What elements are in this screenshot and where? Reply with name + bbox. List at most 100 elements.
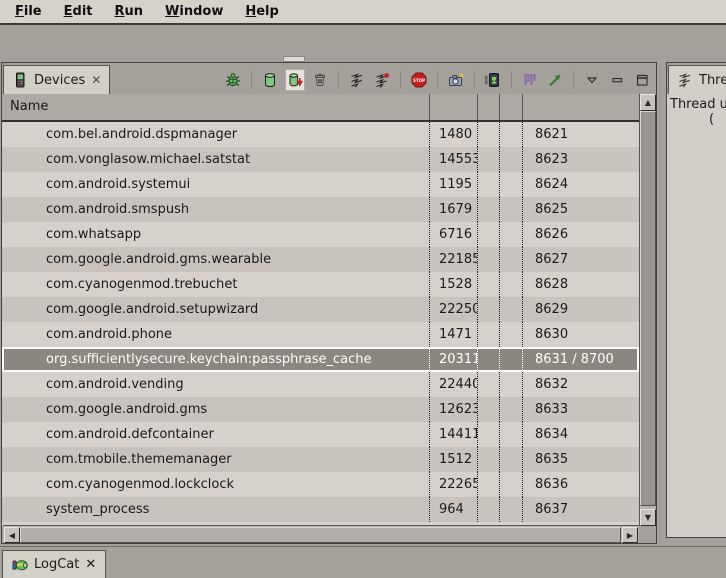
threads-view: Threads Thread up (	[666, 62, 726, 538]
threads-tabbar: Threads	[667, 63, 726, 94]
stop-process-icon[interactable]: STOP	[409, 69, 429, 91]
close-icon[interactable]: ✕	[85, 557, 96, 572]
process-port-cell: 8635	[523, 447, 639, 472]
process-name-cell: com.whatsapp	[2, 222, 430, 247]
close-icon[interactable]: ✕	[91, 74, 101, 86]
process-row[interactable]: com.android.phone 1471 8630	[2, 322, 639, 347]
threads-message-line1: Thread up	[667, 97, 726, 112]
horizontal-scrollbar-thumb[interactable]	[20, 527, 621, 543]
process-port-cell: 8621	[523, 122, 639, 147]
process-name-cell: com.android.systemui	[2, 172, 430, 197]
process-row[interactable]: com.google.android.gms.wearable 22185 86…	[2, 247, 639, 272]
process-row[interactable]: com.google.android.gms 12623 8633	[2, 397, 639, 422]
process-row[interactable]: com.android.defcontainer 14411 8634	[2, 422, 639, 447]
menu-item-window[interactable]: Window	[154, 4, 234, 19]
process-thread-cell	[500, 272, 523, 297]
logcat-icon	[12, 557, 28, 573]
process-pid-cell: 1480	[430, 122, 478, 147]
process-pid-cell: 1679	[430, 197, 478, 222]
process-row[interactable]: com.tmobile.thememanager 1512 8635	[2, 447, 639, 472]
process-row[interactable]: com.google.android.setupwizard 22250 862…	[2, 297, 639, 322]
phone-icon	[12, 72, 28, 88]
process-row[interactable]: com.vonglasow.michael.satstat 14553 8623	[2, 147, 639, 172]
vertical-scrollbar-thumb[interactable]	[640, 111, 656, 506]
scroll-right-button[interactable]: ▶	[622, 527, 638, 543]
dump-hprof-icon[interactable]	[285, 69, 305, 91]
process-row[interactable]: com.android.smspush 1679 8625	[2, 197, 639, 222]
scroll-left-button[interactable]: ◀	[4, 527, 20, 543]
process-thread-cell	[500, 297, 523, 322]
process-name-cell: com.bel.android.dspmanager	[2, 122, 430, 147]
process-heap-cell	[478, 347, 500, 372]
update-threads-icon[interactable]	[347, 69, 367, 91]
update-heap-icon[interactable]	[260, 69, 280, 91]
toolbar-separator	[511, 71, 512, 89]
cause-gc-icon[interactable]	[310, 69, 330, 91]
process-name-cell: com.vonglasow.michael.satstat	[2, 147, 430, 172]
process-row[interactable]: com.bel.android.dspmanager 1480 8621	[2, 122, 639, 147]
column-header-threads[interactable]	[500, 94, 523, 120]
process-row[interactable]: com.android.systemui 1195 8624	[2, 172, 639, 197]
logcat-view-tabbar: LogCat ✕	[0, 546, 726, 577]
process-heap-cell	[478, 147, 500, 172]
process-heap-cell	[478, 297, 500, 322]
update-threads-red-icon[interactable]	[372, 69, 392, 91]
view-menu-icon[interactable]	[582, 69, 602, 91]
menu-item-edit[interactable]: Edit	[53, 4, 104, 19]
column-header-name[interactable]: Name	[2, 94, 430, 120]
process-port-cell: 8627	[523, 247, 639, 272]
method-profiling-icon[interactable]	[520, 69, 540, 91]
screen-record-icon[interactable]	[483, 69, 503, 91]
process-heap-cell	[478, 472, 500, 497]
process-row[interactable]: com.android.vending 22440 8632	[2, 372, 639, 397]
process-row[interactable]: com.cyanogenmod.lockclock 22265 8636	[2, 472, 639, 497]
process-name-cell: com.android.defcontainer	[2, 422, 430, 447]
menu-item-run[interactable]: Run	[104, 4, 155, 19]
process-row[interactable]: system_process 964 8637	[2, 497, 639, 522]
start-profiling-icon[interactable]	[545, 69, 565, 91]
minimize-icon[interactable]	[607, 69, 627, 91]
column-header-heap[interactable]	[478, 94, 500, 120]
process-thread-cell	[500, 247, 523, 272]
process-pid-cell: 14411	[430, 422, 478, 447]
process-heap-cell	[478, 422, 500, 447]
maximize-icon[interactable]	[632, 69, 652, 91]
tab-threads[interactable]: Threads	[668, 65, 726, 94]
process-heap-cell	[478, 197, 500, 222]
column-header-pid[interactable]	[430, 94, 478, 120]
menu-bar: FileEditRunWindowHelp	[0, 0, 726, 25]
process-port-cell: 8626	[523, 222, 639, 247]
column-header-port[interactable]	[523, 94, 639, 120]
debug-icon[interactable]	[223, 69, 243, 91]
horizontal-scrollbar[interactable]: ◀ ▶	[3, 525, 639, 543]
process-row[interactable]: org.sufficientlysecure.keychain:passphra…	[2, 347, 639, 372]
process-port-cell: 8631 / 8700	[523, 347, 639, 372]
process-port-cell: 8625	[523, 197, 639, 222]
process-port-cell: 8624	[523, 172, 639, 197]
process-row[interactable]: com.cyanogenmod.trebuchet 1528 8628	[2, 272, 639, 297]
process-row[interactable]: com.whatsapp 6716 8626	[2, 222, 639, 247]
toolbar-separator	[573, 71, 574, 89]
process-pid-cell: 12623	[430, 397, 478, 422]
vertical-scrollbar[interactable]: ▲ ▼	[639, 94, 656, 526]
process-pid-cell: 964	[430, 497, 478, 522]
tab-devices[interactable]: Devices ✕	[3, 65, 110, 94]
screen-capture-icon[interactable]	[446, 69, 466, 91]
process-port-cell: 8629	[523, 297, 639, 322]
menu-item-file[interactable]: File	[4, 4, 53, 19]
threads-message-line2: (	[667, 112, 726, 127]
process-pid-cell: 20311	[430, 347, 478, 372]
main-toolbar-strip	[0, 27, 726, 62]
tab-logcat[interactable]: LogCat ✕	[2, 550, 106, 578]
process-heap-cell	[478, 272, 500, 297]
menu-item-help[interactable]: Help	[234, 4, 289, 19]
threads-message: Thread up (	[667, 94, 726, 537]
process-list: com.bel.android.dspmanager 1480 8621 com…	[2, 122, 639, 522]
process-thread-cell	[500, 422, 523, 447]
process-heap-cell	[478, 447, 500, 472]
scroll-up-button[interactable]: ▲	[640, 94, 656, 111]
svg-text:STOP: STOP	[413, 78, 425, 83]
scroll-down-button[interactable]: ▼	[640, 509, 656, 526]
panel-sash[interactable]	[657, 62, 666, 544]
toolbar-separator	[437, 71, 438, 89]
